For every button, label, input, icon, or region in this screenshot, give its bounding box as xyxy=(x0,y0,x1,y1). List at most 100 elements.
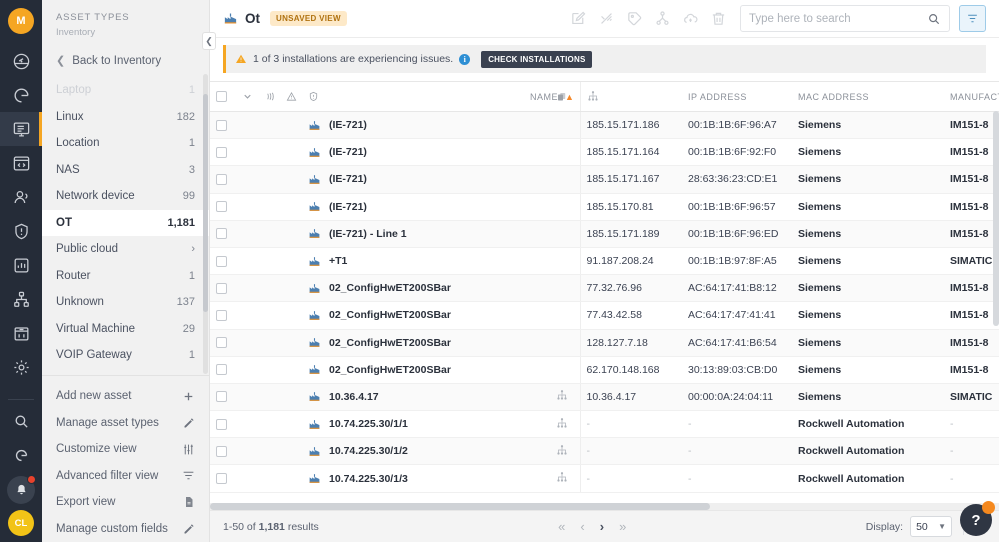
dashboard-icon[interactable] xyxy=(0,44,42,78)
table-row[interactable]: +T191.187.208.2400:1B:1B:97:8F:A5Siemens… xyxy=(210,247,999,274)
row-relations-cell[interactable] xyxy=(550,438,580,465)
row-checkbox[interactable] xyxy=(216,256,227,267)
sidebar-item-virtual-machine[interactable]: Virtual Machine 29 xyxy=(42,316,209,343)
sidebar-item-unknown[interactable]: Unknown 137 xyxy=(42,289,209,316)
sidebar-item-inventory[interactable] xyxy=(0,112,42,146)
asset-name-cell[interactable]: 10.74.225.30/1/2 xyxy=(302,438,524,465)
table-row[interactable]: 10.74.225.30/1/1--Rockwell Automation- xyxy=(210,411,999,438)
activity-header[interactable] xyxy=(258,82,280,112)
row-checkbox[interactable] xyxy=(216,391,227,402)
table-row[interactable]: 10.74.225.30/1/3--Rockwell Automation- xyxy=(210,465,999,492)
row-checkbox[interactable] xyxy=(216,174,227,185)
row-relations-cell[interactable] xyxy=(550,465,580,492)
row-checkbox-cell[interactable] xyxy=(210,193,236,220)
row-checkbox[interactable] xyxy=(216,364,227,375)
filter-toggle-button[interactable] xyxy=(959,5,986,32)
datacenter-icon[interactable] xyxy=(0,316,42,350)
asset-name-cell[interactable]: 10.74.225.30/1/3 xyxy=(302,465,524,492)
copy-stack-icon[interactable] xyxy=(556,91,568,103)
first-page-button[interactable]: « xyxy=(558,519,565,534)
sidebar-item-nas[interactable]: NAS 3 xyxy=(42,157,209,184)
row-checkbox-cell[interactable] xyxy=(210,166,236,193)
asset-name-cell[interactable]: 10.74.225.30/1/1 xyxy=(302,411,524,438)
tag-icon[interactable] xyxy=(626,10,643,27)
row-checkbox-cell[interactable] xyxy=(210,220,236,247)
row-checkbox[interactable] xyxy=(216,310,227,321)
code-window-icon[interactable] xyxy=(0,146,42,180)
search-input[interactable] xyxy=(749,13,927,25)
user-avatar[interactable]: CL xyxy=(8,510,34,536)
row-checkbox-cell[interactable] xyxy=(210,411,236,438)
sidebar-item-router[interactable]: Router 1 xyxy=(42,263,209,290)
row-checkbox[interactable] xyxy=(216,147,227,158)
reports-chart-icon[interactable] xyxy=(0,248,42,282)
partial-circle-icon[interactable] xyxy=(0,438,42,472)
add-new-asset-button[interactable]: Add new asset xyxy=(42,383,209,410)
page-size-select[interactable]: 50 ▼ xyxy=(910,516,952,537)
manage-custom-fields-button[interactable]: Manage custom fields xyxy=(42,516,209,542)
row-checkbox[interactable] xyxy=(216,201,227,212)
row-checkbox-cell[interactable] xyxy=(210,356,236,383)
manufacturer-header[interactable]: MANUFACTURER xyxy=(944,82,999,112)
signal-waves-icon[interactable] xyxy=(264,91,275,102)
advanced-filter-view-button[interactable]: Advanced filter view xyxy=(42,463,209,490)
customize-view-button[interactable]: Customize view xyxy=(42,436,209,463)
table-row[interactable]: 02_ConfigHwET200SBar77.32.76.96AC:64:17:… xyxy=(210,275,999,302)
row-checkbox-cell[interactable] xyxy=(210,112,236,139)
tree-nodes-icon[interactable] xyxy=(556,417,568,429)
info-icon[interactable]: i xyxy=(459,54,470,65)
asset-name-cell[interactable]: 02_ConfigHwET200SBar xyxy=(302,356,524,383)
asset-name-cell[interactable]: 02_ConfigHwET200SBar xyxy=(302,329,524,356)
table-row[interactable]: 02_ConfigHwET200SBar62.170.148.16830:13:… xyxy=(210,356,999,383)
row-relations-cell[interactable] xyxy=(550,247,580,274)
table-row[interactable]: 10.74.225.30/1/2--Rockwell Automation- xyxy=(210,438,999,465)
row-checkbox-cell[interactable] xyxy=(210,139,236,166)
row-checkbox[interactable] xyxy=(216,419,227,430)
row-relations-cell[interactable] xyxy=(550,166,580,193)
table-row[interactable]: 10.36.4.1710.36.4.1700:00:0A:24:04:11Sie… xyxy=(210,383,999,410)
row-checkbox-cell[interactable] xyxy=(210,383,236,410)
search-icon[interactable] xyxy=(0,404,42,438)
edit-icon[interactable] xyxy=(570,10,587,27)
select-all-header[interactable] xyxy=(210,82,236,112)
merge-icon[interactable] xyxy=(598,10,615,27)
trash-icon[interactable] xyxy=(710,10,727,27)
tree-nodes-icon[interactable] xyxy=(556,389,568,401)
sidebar-item-voip-gateway[interactable]: VOIP Gateway 1 xyxy=(42,342,209,369)
workspace-avatar[interactable]: M xyxy=(8,8,34,34)
asset-name-cell[interactable]: (IE-721) xyxy=(302,193,524,220)
row-checkbox-cell[interactable] xyxy=(210,438,236,465)
alerts-header[interactable] xyxy=(280,82,302,112)
table-horizontal-scrollbar[interactable] xyxy=(210,503,999,510)
sidebar-item-linux[interactable]: Linux 182 xyxy=(42,104,209,131)
sidebar-item-public-cloud[interactable]: Public cloud › xyxy=(42,236,209,263)
row-relations-cell[interactable] xyxy=(550,411,580,438)
gear-icon[interactable] xyxy=(0,350,42,384)
check-installations-button[interactable]: CHECK INSTALLATIONS xyxy=(481,51,592,68)
row-checkbox-cell[interactable] xyxy=(210,302,236,329)
sidebar-item-location[interactable]: Location 1 xyxy=(42,130,209,157)
table-row[interactable]: (IE-721)185.15.170.8100:1B:1B:6F:96:57Si… xyxy=(210,193,999,220)
table-vertical-scrollbar[interactable] xyxy=(993,111,999,341)
next-page-button[interactable]: › xyxy=(600,519,604,534)
row-checkbox[interactable] xyxy=(216,283,227,294)
asset-name-cell[interactable]: (IE-721) - Line 1 xyxy=(302,220,524,247)
row-checkbox-cell[interactable] xyxy=(210,465,236,492)
asset-name-cell[interactable]: 10.36.4.17 xyxy=(302,383,524,410)
row-checkbox-cell[interactable] xyxy=(210,329,236,356)
sidebar-scrollbar[interactable] xyxy=(203,74,208,374)
export-view-button[interactable]: Export view xyxy=(42,489,209,516)
search-icon[interactable] xyxy=(927,12,941,26)
network-nodes-icon[interactable] xyxy=(0,282,42,316)
asset-name-cell[interactable]: 02_ConfigHwET200SBar xyxy=(302,275,524,302)
row-checkbox-cell[interactable] xyxy=(210,247,236,274)
row-checkbox-cell[interactable] xyxy=(210,275,236,302)
asset-name-cell[interactable]: 02_ConfigHwET200SBar xyxy=(302,302,524,329)
row-checkbox[interactable] xyxy=(216,228,227,239)
asset-name-cell[interactable]: (IE-721) xyxy=(302,139,524,166)
notifications-button[interactable] xyxy=(7,476,35,504)
guardicore-logo-icon[interactable] xyxy=(0,78,42,112)
row-relations-cell[interactable] xyxy=(550,112,580,139)
row-relations-cell[interactable] xyxy=(550,275,580,302)
row-relations-cell[interactable] xyxy=(550,139,580,166)
